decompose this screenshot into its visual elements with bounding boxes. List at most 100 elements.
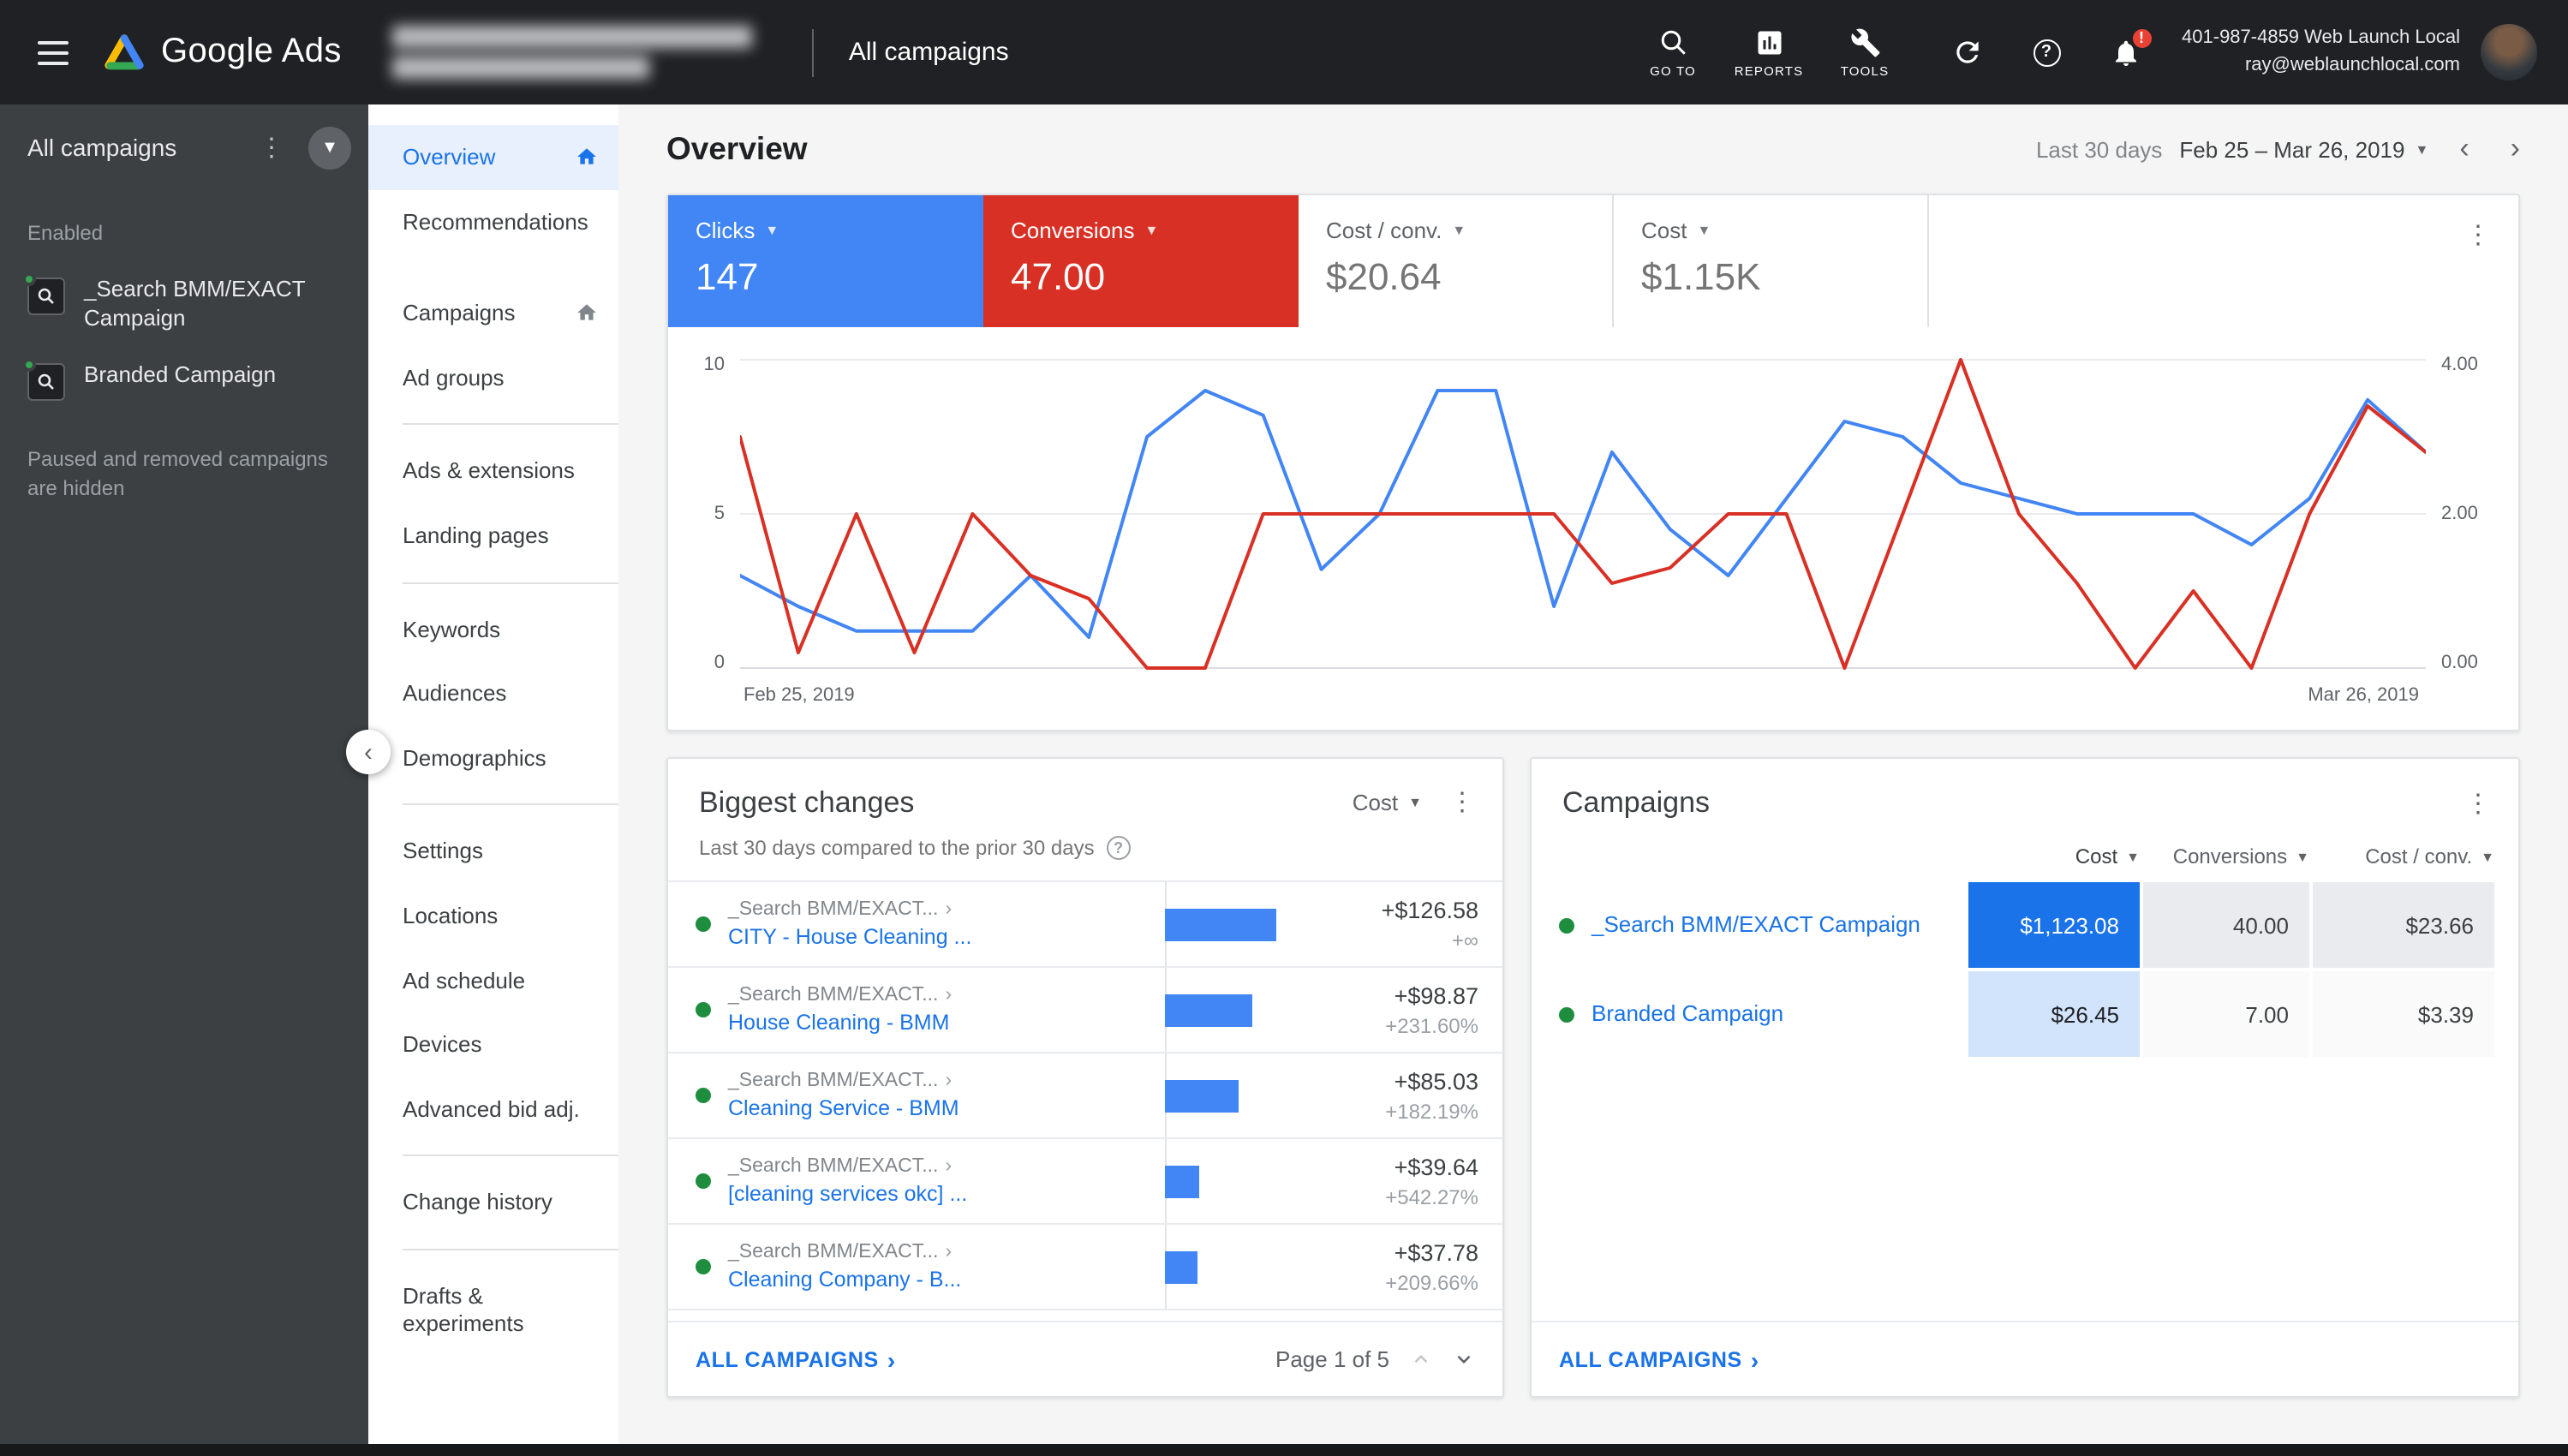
cost-cell: $1,123.08 <box>1968 882 2140 968</box>
x-axis-labels: Feb 25, 2019 Mar 26, 2019 <box>668 673 2518 730</box>
nav-divider <box>403 1249 618 1250</box>
collapse-campaign-list-button[interactable]: ▼ <box>308 126 351 169</box>
scorecard-cost-conv[interactable]: Cost / conv.▼$20.64 <box>1299 195 1614 327</box>
x-axis-end-label: Mar 26, 2019 <box>2308 685 2419 706</box>
change-percent: +231.60% <box>1317 1013 1478 1037</box>
search-campaign-icon <box>27 277 65 315</box>
nav-item-campaigns[interactable]: Campaigns <box>368 281 618 345</box>
scorecard-cost[interactable]: Cost▼$1.15K <box>1614 195 1929 327</box>
ad-group-link[interactable]: [cleaning services okc] ... <box>728 1182 1023 1206</box>
page-down-icon[interactable] <box>1453 1348 1475 1370</box>
chevron-down-icon: ▼ <box>2481 849 2494 864</box>
all-campaigns-link[interactable]: ALL CAMPAIGNS › <box>696 1346 896 1373</box>
chevron-right-icon: › <box>887 1346 896 1373</box>
nav-item-label: Advanced bid adj. <box>403 1095 580 1122</box>
ad-group-link[interactable]: Cleaning Company - B... <box>728 1268 1023 1292</box>
campaign-sidebar-overflow-menu-icon[interactable]: ⋮ <box>252 132 291 163</box>
cost-per-conv-cell: $23.66 <box>2313 882 2494 968</box>
column-header-conversions[interactable]: Conversions▼ <box>2143 844 2309 868</box>
status-enabled-dot <box>1559 1006 1574 1022</box>
refresh-icon[interactable] <box>1949 33 1986 71</box>
change-percent: +∞ <box>1317 928 1478 952</box>
nav-item-label: Ad schedule <box>403 967 525 994</box>
campaign-sidebar-header: All campaigns ⋮ ▼ <box>0 104 368 190</box>
chart-card-overflow-menu-icon[interactable]: ⋮ <box>2455 216 2501 254</box>
nav-item-label: Settings <box>403 838 483 865</box>
nav-item-ads-extensions[interactable]: Ads & extensions <box>368 439 618 504</box>
scorecard-value: 147 <box>696 255 956 300</box>
nav-item-label: Campaigns <box>403 300 516 326</box>
avatar[interactable] <box>2481 24 2537 81</box>
nav-item-label: Recommendations <box>403 208 588 235</box>
notifications-bell-icon[interactable]: ! <box>2106 33 2144 71</box>
nav-item-audiences[interactable]: Audiences <box>368 661 618 725</box>
nav-item-ad-groups[interactable]: Ad groups <box>368 346 618 410</box>
status-enabled-dot <box>696 1259 711 1274</box>
nav-item-landing-pages[interactable]: Landing pages <box>368 504 618 568</box>
cost-cell: $26.45 <box>1968 971 2140 1057</box>
ad-group-link[interactable]: Cleaning Service - BMM <box>728 1096 1023 1120</box>
campaigns-column-headers: Cost▼ Conversions▼ Cost / conv.▼ <box>1532 827 2518 882</box>
help-icon[interactable]: ? <box>2028 33 2065 71</box>
nav-item-ad-schedule[interactable]: Ad schedule <box>368 948 618 1012</box>
chevron-right-icon: › <box>945 985 952 1005</box>
account-info: 401-987-4859 Web Launch Local ray@weblau… <box>2182 26 2460 79</box>
scorecard-conversions[interactable]: Conversions▼47.00 <box>983 195 1299 327</box>
nav-item-settings[interactable]: Settings <box>368 820 618 884</box>
nav-item-label: Landing pages <box>403 522 549 549</box>
page-up-icon[interactable] <box>1410 1348 1432 1370</box>
campaigns-card-overflow-menu-icon[interactable]: ⋮ <box>2458 788 2498 819</box>
topbar-actions: GO TO REPORTS TOOLS <box>1633 27 1904 78</box>
help-icon[interactable]: ? <box>1107 836 1131 860</box>
campaign-sidebar: All campaigns ⋮ ▼ Enabled _Search BMM/EX… <box>0 104 368 1456</box>
reports-chart-icon <box>1753 27 1784 57</box>
biggest-change-row: _Search BMM/EXACT...›[cleaning services … <box>668 1139 1502 1225</box>
overview-chart-card: Clicks▼147Conversions▼47.00Cost / conv.▼… <box>666 194 2520 731</box>
nav-item-drafts-experiments[interactable]: Drafts & experiments <box>368 1264 618 1355</box>
chevron-down-icon: ▼ <box>2296 849 2309 864</box>
status-enabled-dot <box>696 1173 711 1189</box>
campaign-table-row: _Search BMM/EXACT Campaign$1,123.0840.00… <box>1532 882 2518 968</box>
all-campaigns-link[interactable]: ALL CAMPAIGNS › <box>1559 1346 1759 1373</box>
campaign-item-branded-campaign[interactable]: Branded Campaign <box>0 348 368 415</box>
nav-item-keywords[interactable]: Keywords <box>368 597 618 661</box>
page-title: Overview <box>666 130 808 168</box>
ad-group-link[interactable]: House Cleaning - BMM <box>728 1011 1023 1035</box>
scorecard-clicks[interactable]: Clicks▼147 <box>668 195 983 327</box>
ad-group-link[interactable]: CITY - House Cleaning ... <box>728 925 1023 949</box>
nav-item-locations[interactable]: Locations <box>368 884 618 948</box>
nav-item-label: Demographics <box>403 745 546 772</box>
previous-period-button[interactable]: ‹ <box>2446 128 2482 170</box>
change-bar <box>1164 908 1276 940</box>
campaign-link[interactable]: _Search BMM/EXACT Campaign <box>1592 910 1920 940</box>
menu-icon[interactable] <box>38 33 69 71</box>
column-header-cost[interactable]: Cost▼ <box>1968 844 2140 868</box>
campaigns-card: Campaigns ⋮ Cost▼ Conversions▼ <box>1530 757 2520 1398</box>
change-bar <box>1164 1165 1199 1197</box>
home-icon <box>576 302 598 325</box>
nav-item-recommendations[interactable]: Recommendations <box>368 189 618 254</box>
screen-bottom-edge <box>0 1444 2568 1456</box>
nav-item-devices[interactable]: Devices <box>368 1012 618 1077</box>
changes-metric-selector[interactable]: Cost ▼ <box>1353 790 1422 815</box>
nav-item-label: Devices <box>403 1031 482 1058</box>
nav-item-advanced-bid-adj[interactable]: Advanced bid adj. <box>368 1077 618 1141</box>
column-header-cost-per-conv[interactable]: Cost / conv.▼ <box>2313 844 2494 868</box>
nav-item-demographics[interactable]: Demographics <box>368 726 618 791</box>
next-period-button[interactable]: › <box>2497 128 2534 170</box>
nav-item-overview[interactable]: Overview <box>368 125 618 189</box>
tools-button[interactable]: TOOLS <box>1825 27 1904 78</box>
campaign-link[interactable]: Branded Campaign <box>1592 1000 1783 1029</box>
nav-item-change-history[interactable]: Change history <box>368 1171 618 1235</box>
reports-button[interactable]: REPORTS <box>1729 27 1808 78</box>
changes-card-overflow-menu-icon[interactable]: ⋮ <box>1442 786 1482 817</box>
google-ads-logo[interactable]: Google Ads <box>103 33 342 72</box>
sidebar-collapse-handle[interactable]: ‹ <box>346 730 391 774</box>
chevron-right-icon: › <box>945 899 952 920</box>
campaign-item-search-bmm-exact-campaign[interactable]: _Search BMM/EXACT Campaign <box>0 262 368 348</box>
date-range-picker[interactable]: Feb 25 – Mar 26, 2019 ▼ <box>2176 129 2432 169</box>
goto-search-button[interactable]: GO TO <box>1633 27 1712 78</box>
time-series-plot[interactable] <box>740 355 2426 673</box>
campaigns-rows: _Search BMM/EXACT Campaign$1,123.0840.00… <box>1532 882 2518 1060</box>
hidden-campaigns-note: Paused and removed campaigns are hidden <box>0 415 368 536</box>
